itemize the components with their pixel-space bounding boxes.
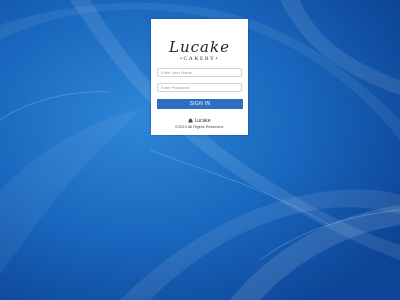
copyright-text: ©2019 All Rights Reserved. [175,124,224,129]
logo-subtitle: •CAKERY• [180,56,219,62]
brand-logo: Lucake •CAKERY• [151,39,248,85]
logo-script-text: Lucake [169,38,230,56]
password-input[interactable] [157,83,242,92]
username-input[interactable] [157,68,242,77]
lucake-logo-icon [188,118,193,123]
login-card: Lucake •CAKERY• SIGN IN Lucake ©2019 All… [151,19,248,135]
signin-button[interactable]: SIGN IN [157,99,243,109]
